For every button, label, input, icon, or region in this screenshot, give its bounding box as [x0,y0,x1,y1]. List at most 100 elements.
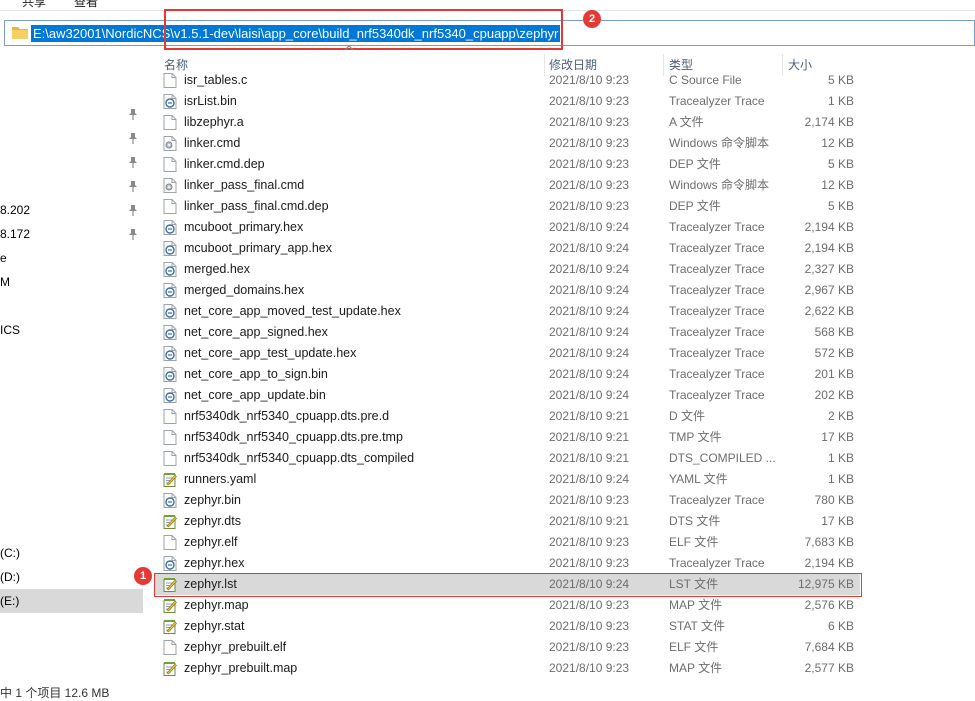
nav-item[interactable]: (C:) [0,541,143,565]
file-date: 2021/8/10 9:23 [549,136,630,150]
file-row[interactable]: zephyr.hex 2021/8/10 9:23 Tracealyzer Trac… [155,553,860,574]
pin-icon[interactable] [128,108,138,120]
file-type: Tracealyzer Trace [669,367,765,381]
file-row[interactable]: linker.cmd.dep 2021/8/10 9:23 DEP 文件 5 KB [155,154,860,175]
file-name: zephyr.stat [184,619,245,633]
file-row[interactable]: isr_tables.c 2021/8/10 9:23 C Source File 5… [155,70,860,91]
file-row[interactable]: linker.cmd 2021/8/10 9:23 Windows 命令脚本 12 K… [155,133,860,154]
nav-item[interactable] [0,294,143,318]
file-row[interactable]: mcuboot_primary_app.hex 2021/8/10 9:24 Tra… [155,238,860,259]
file-row[interactable]: zephyr_prebuilt.map 2021/8/10 9:23 MAP 文件 2… [155,658,860,679]
file-row[interactable]: net_core_app_to_sign.bin 2021/8/10 9:24 Tr… [155,364,860,385]
nav-item[interactable]: e [0,246,143,270]
file-name: linker.cmd.dep [184,157,265,171]
nav-item[interactable]: (D:) [0,565,143,589]
file-name: net_core_app_to_sign.bin [184,367,328,381]
file-size: 2,622 KB [804,304,854,318]
file-row[interactable]: isrList.bin 2021/8/10 9:23 Tracealyzer Tra… [155,91,860,112]
file-type: Windows 命令脚本 [669,136,770,150]
file-row[interactable]: nrf5340dk_nrf5340_cpuapp.dts.pre.tmp 2021… [155,427,860,448]
file-row[interactable]: zephyr.map 2021/8/10 9:23 MAP 文件 2,576 KB [155,595,860,616]
file-size: 1 KB [827,451,854,465]
pin-icon[interactable] [128,156,138,168]
file-row[interactable]: zephyr.elf 2021/8/10 9:23 ELF 文件 7,683 KB [155,532,860,553]
file-row[interactable]: mcuboot_primary.hex 2021/8/10 9:24 Traceal… [155,217,860,238]
file-name: net_core_app_signed.hex [184,325,328,339]
chevron-up-icon[interactable] [344,44,354,52]
notepad-icon [163,599,177,613]
nav-item[interactable]: 8.202 [0,198,143,222]
file-row[interactable]: nrf5340dk_nrf5340_cpuapp.dts.pre.d 2021/8… [155,406,860,427]
file-name: zephyr.elf [184,535,238,549]
file-type: A 文件 [669,115,704,129]
file-type: Tracealyzer Trace [669,94,765,108]
file-row[interactable]: net_core_app_update.bin 2021/8/10 9:24 Tra… [155,385,860,406]
file-date: 2021/8/10 9:23 [549,556,630,570]
pin-icon[interactable] [128,204,138,216]
file-row[interactable]: linker_pass_final.cmd 2021/8/10 9:23 Windo… [155,175,860,196]
file-row[interactable]: net_core_app_signed.hex 2021/8/10 9:24 Tra… [155,322,860,343]
file-row[interactable]: runners.yaml 2021/8/10 9:24 YAML 文件 1 KB [155,469,860,490]
navigation-pane: 8.202 8.172 e M ICS (C:) (D:) (E:) [0,47,143,693]
file-date: 2021/8/10 9:23 [549,199,630,213]
file-date: 2021/8/10 9:24 [549,346,630,360]
document-icon [163,451,177,466]
nav-item[interactable] [0,150,143,174]
file-size: 1 KB [827,94,854,108]
nav-item[interactable]: ICS [0,318,143,342]
file-date: 2021/8/10 9:24 [549,388,630,402]
file-size: 201 KB [814,367,854,381]
file-row[interactable]: net_core_app_test_update.hex 2021/8/10 9:… [155,343,860,364]
file-size: 12 KB [821,136,854,150]
file-size: 2,576 KB [804,598,854,612]
file-row[interactable]: zephyr.stat 2021/8/10 9:23 STAT 文件 6 KB [155,616,860,637]
file-type: Tracealyzer Trace [669,241,765,255]
file-row[interactable]: linker_pass_final.cmd.dep 2021/8/10 9:23 D… [155,196,860,217]
file-type: Tracealyzer Trace [669,388,765,402]
nav-item[interactable] [0,174,143,198]
file-date: 2021/8/10 9:23 [549,640,630,654]
file-name: zephyr_prebuilt.map [184,661,298,675]
file-date: 2021/8/10 9:24 [549,283,630,297]
trace-icon [163,220,177,235]
callout-badge-2: 2 [583,10,601,28]
file-name: zephyr.map [184,598,249,612]
file-row[interactable]: merged_domains.hex 2021/8/10 9:24 Tracealy… [155,280,860,301]
nav-item[interactable]: (E:) [0,589,143,613]
pin-icon[interactable] [128,132,138,144]
file-type: MAP 文件 [669,661,723,675]
file-row[interactable]: merged.hex 2021/8/10 9:24 Tracealyzer Trac… [155,259,860,280]
nav-item[interactable] [0,126,143,150]
nav-item-label: 8.202 [0,203,31,217]
nav-item[interactable] [0,102,143,126]
file-size: 6 KB [827,619,854,633]
ribbon-tab-share[interactable]: 共享 [22,0,46,10]
file-row[interactable]: zephyr.dts 2021/8/10 9:21 DTS 文件 17 KB [155,511,860,532]
file-row[interactable]: zephyr_prebuilt.elf 2021/8/10 9:23 ELF 文件 7… [155,637,860,658]
document-icon [163,157,177,172]
file-date: 2021/8/10 9:23 [549,73,630,87]
pin-icon[interactable] [128,228,138,240]
callout-box-file [154,573,862,597]
file-row[interactable]: net_core_app_moved_test_update.hex 2021/8… [155,301,860,322]
file-name: nrf5340dk_nrf5340_cpuapp.dts.pre.tmp [184,430,403,444]
file-type: Tracealyzer Trace [669,283,765,297]
pin-icon[interactable] [128,180,138,192]
file-name: net_core_app_update.bin [184,388,326,402]
document-icon [163,640,177,655]
file-row[interactable]: libzephyr.a 2021/8/10 9:23 A 文件 2,174 KB [155,112,860,133]
file-name: zephyr.bin [184,493,241,507]
file-row[interactable]: zephyr.bin 2021/8/10 9:23 Tracealyzer Trac… [155,490,860,511]
nav-item[interactable]: M [0,270,143,294]
file-name: merged.hex [184,262,251,276]
file-size: 780 KB [814,493,854,507]
file-size: 5 KB [827,73,854,87]
file-type: DTS_COMPILED ... [669,451,776,465]
nav-item[interactable]: 8.172 [0,222,143,246]
file-date: 2021/8/10 9:21 [549,430,630,444]
file-size: 2 KB [827,409,854,423]
ribbon-tab-view[interactable]: 查看 [74,0,98,10]
file-row[interactable]: nrf5340dk_nrf5340_cpuapp.dts_compiled 202… [155,448,860,469]
file-date: 2021/8/10 9:24 [549,220,630,234]
trace-icon [163,388,177,403]
